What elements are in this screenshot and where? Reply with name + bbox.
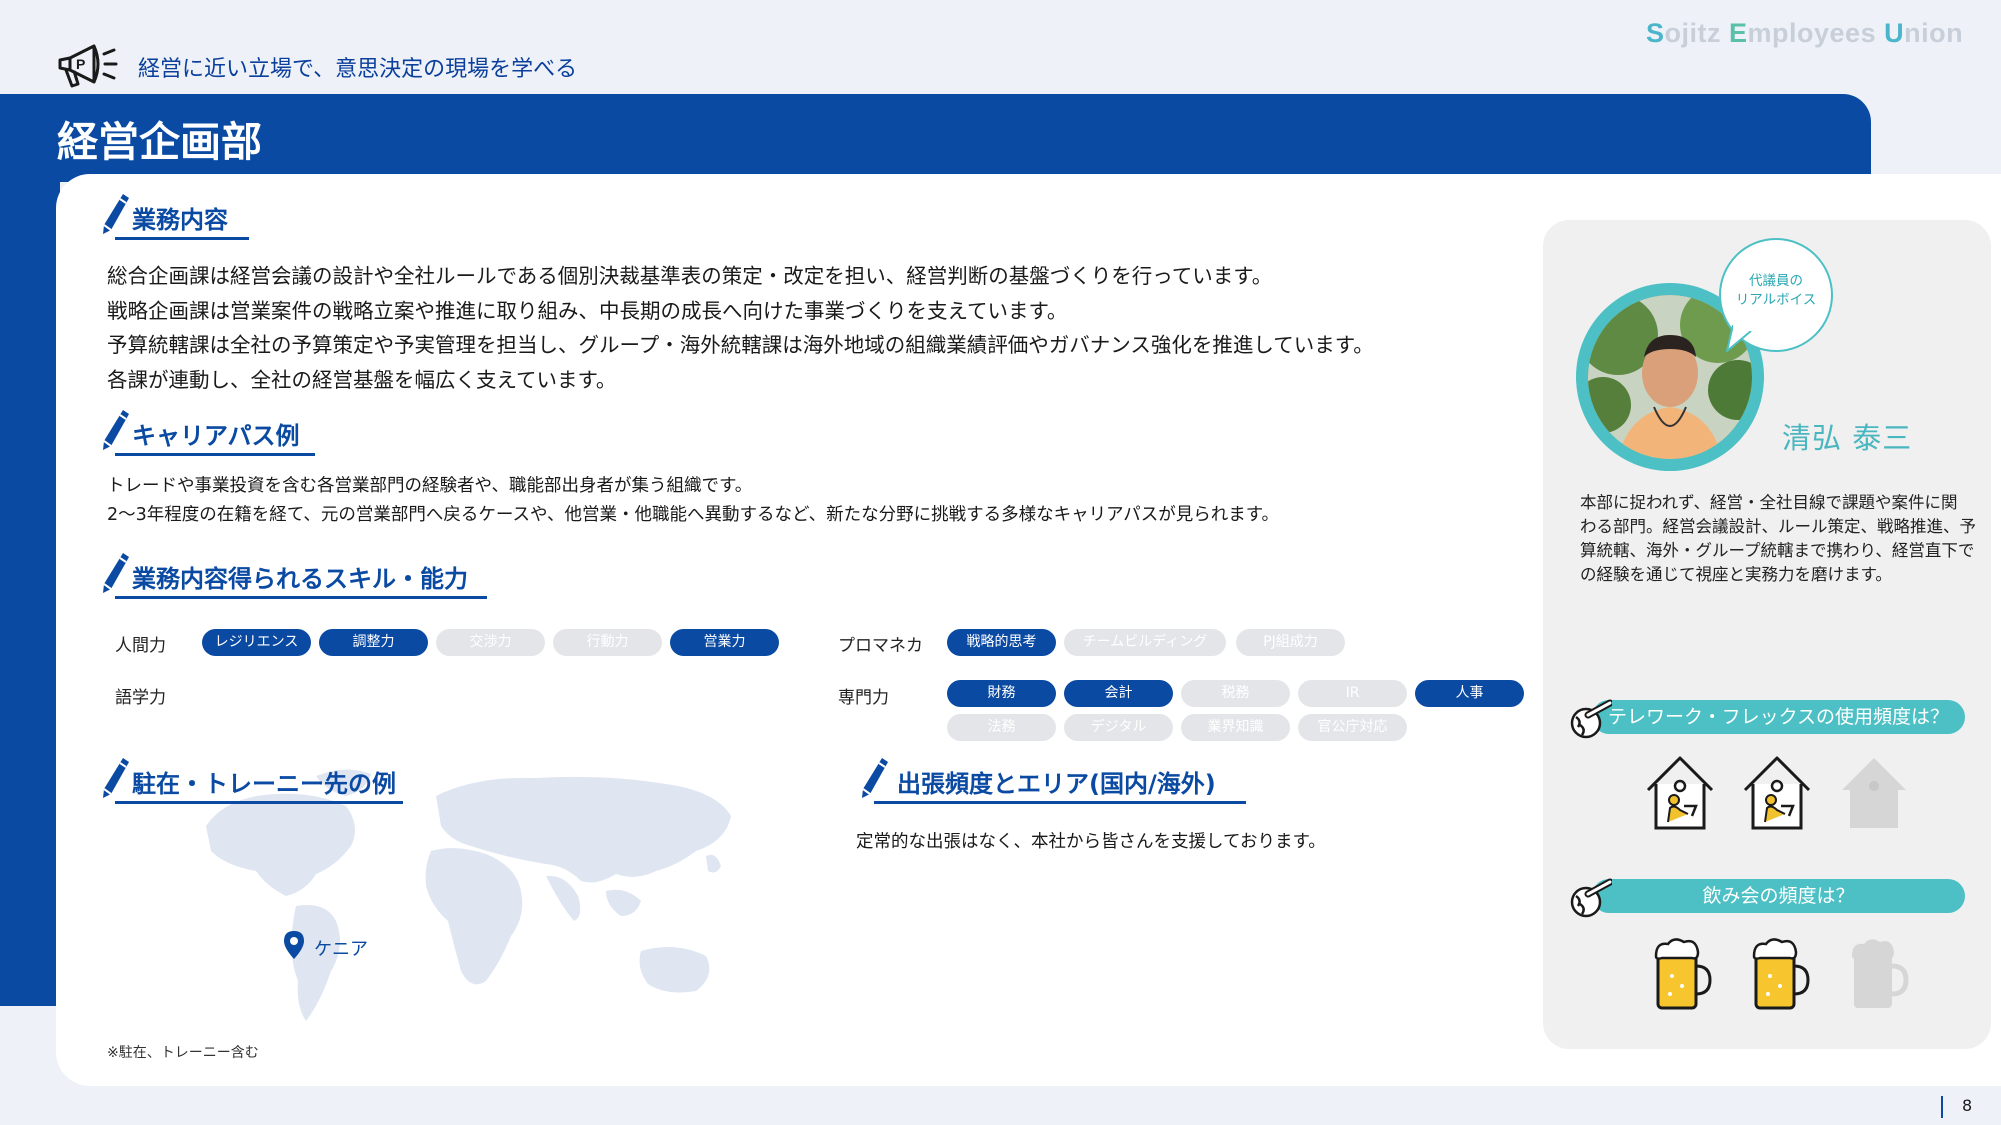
section-heading-career: キャリアパス例 [101, 410, 315, 456]
beer-mug-icon-inactive [1852, 939, 1909, 1008]
home-work-icon [1743, 756, 1811, 830]
section-title: 業務内容 [132, 206, 228, 234]
heading-underline [115, 237, 249, 240]
svg-text:P: P [76, 56, 85, 72]
heading-underline [115, 596, 487, 599]
section-title: 出張頻度とエリア(国内/海外) [897, 770, 1216, 798]
page-title: 経営企画部 [57, 118, 262, 166]
description-line: の経験を通じて視座と実務力を磨けます。 [1580, 565, 1892, 584]
section-title: 業務内容得られるスキル・能力 [132, 565, 468, 593]
skill-pill: 人事 [1415, 680, 1524, 707]
career-line: 2～3年程度の在籍を経て、元の営業部門へ戻るケースや、他営業・他職能へ異動するな… [107, 505, 1280, 525]
skill-group-label: 語学力 [115, 688, 166, 708]
skill-pill: IR [1298, 680, 1407, 707]
skill-pill: 税務 [1181, 680, 1290, 707]
drinking-rating [1652, 936, 1909, 1016]
person-name: 清弘 泰三 [1782, 421, 1913, 455]
heading-underline [115, 453, 315, 456]
section-heading-overseas: 駐在・トレーニー先の例 [101, 758, 403, 804]
skill-pill: 法務 [947, 714, 1056, 741]
skill-pill: デジタル [1064, 714, 1173, 741]
skill-pill: 官公庁対応 [1298, 714, 1407, 741]
description-line: 算統轄、海外・グループ統轄まで携わり、経営直下で [1580, 541, 1975, 560]
section-title: キャリアパス例 [132, 422, 300, 450]
beer-mug-icon [1752, 938, 1810, 1010]
speech-bubble-tail [1726, 325, 1755, 352]
drinking-question: 飲み会の頻度は？ [1592, 879, 1965, 913]
section-heading-travel: 出張頻度とエリア(国内/海外) [860, 758, 1246, 804]
skill-pill: チームビルディング [1064, 629, 1226, 656]
section-title: 駐在・トレーニー先の例 [132, 770, 396, 798]
skill-group-label: 人間力 [115, 636, 166, 656]
pencil-icon [103, 194, 129, 234]
beer-mug-icon [1654, 938, 1712, 1010]
skill-group-label: 専門力 [838, 688, 889, 708]
bubble-line: 代議員の [1749, 273, 1803, 289]
location-label: ケニア [314, 939, 368, 960]
heading-underline [874, 801, 1246, 804]
tagline: 経営に近い立場で、意思決定の現場を学べる [138, 57, 578, 82]
skill-pill: 営業力 [670, 629, 779, 656]
bubble-line: リアルボイス [1735, 292, 1817, 308]
skill-pill: 戦略的思考 [947, 629, 1056, 656]
location-pin-icon [284, 931, 304, 959]
heading-underline [115, 801, 403, 804]
pointing-hand-icon [1570, 878, 1612, 918]
pencil-icon [862, 758, 888, 798]
telework-rating [1644, 752, 1906, 832]
pointing-hand-icon [1570, 699, 1612, 739]
page-number-bar [1941, 1096, 1943, 1118]
description-line: わる部門。経営会議設計、ルール策定、戦略推進、予 [1580, 517, 1976, 536]
footnote: ※駐在、トレーニー含む [107, 1045, 259, 1061]
pencil-icon [103, 553, 129, 593]
skill-pill: レジリエンス [202, 629, 311, 656]
world-map [206, 769, 731, 1021]
business-line: 総合企画課は経営会議の設計や全社ルールである個別決裁基準表の策定・改定を担い、経… [107, 264, 1273, 288]
section-heading-business: 業務内容 [101, 194, 249, 240]
skill-group-label: プロマネカ [838, 636, 923, 656]
pencil-icon [103, 758, 129, 798]
telework-question: テレワーク・フレックスの使用頻度は？ [1592, 700, 1965, 734]
section-heading-skills: 業務内容得られるスキル・能力 [101, 553, 487, 599]
megaphone-icon: P [58, 44, 118, 88]
description-line: 本部に捉われず、経営・全社目線で課題や案件に関 [1580, 493, 1958, 512]
business-line: 予算統轄課は全社の予算策定や予実管理を担当し、グループ・海外統轄課は海外地域の組… [107, 333, 1374, 357]
skill-pill: 業界知識 [1181, 714, 1290, 741]
business-line: 戦略企画課は営業案件の戦略立案や推進に取り組み、中長期の成長へ向けた事業づくりを… [107, 298, 1068, 323]
business-text: 総合企画課は経営会議の設計や全社ルールである個別決裁基準表の策定・改定を担い、経… [107, 259, 1374, 397]
page-number: 8 [1962, 1096, 1973, 1115]
brand-logo: Sojitz Employees Union [1646, 18, 1964, 48]
title-band [0, 94, 1871, 182]
voice-description: 本部に捉われず、経営・全社目線で課題や案件に関 わる部門。経営会議設計、ルール策… [1580, 491, 1976, 587]
home-work-icon [1646, 756, 1714, 830]
bubble-text: 代議員の リアルボイス [1719, 272, 1833, 310]
skill-pill: 財務 [947, 680, 1056, 707]
skill-pill: 行動力 [553, 629, 662, 656]
career-text: トレードや事業投資を含む各営業部門の経験者や、職能部出身者が集う組織です。 2～… [107, 472, 1279, 530]
home-work-icon-inactive [1842, 758, 1906, 828]
skill-pill: 会計 [1064, 680, 1173, 707]
skill-pill: 交渉力 [436, 629, 545, 656]
business-line: 各課が連動し、全社の経営基盤を幅広く支えています。 [107, 367, 617, 392]
skill-pill: PJ組成力 [1236, 629, 1345, 656]
travel-text: 定常的な出張はなく、本社から皆さんを支援しております。 [856, 832, 1326, 852]
skill-pill: 調整力 [319, 629, 428, 656]
career-line: トレードや事業投資を含む各営業部門の経験者や、職能部出身者が集う組織です。 [107, 476, 753, 496]
pencil-icon [103, 410, 129, 450]
left-band [0, 170, 60, 1006]
